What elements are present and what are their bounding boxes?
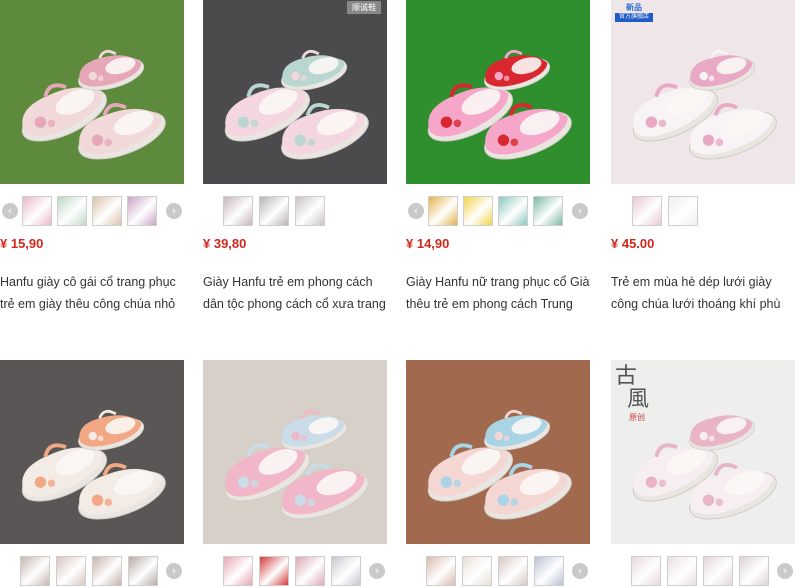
product-photo xyxy=(406,0,590,184)
product-card[interactable] xyxy=(203,360,387,544)
product-title-line: Giày Hanfu nữ trang phục cổ Giày xyxy=(406,275,590,289)
product-title-line: dân tộc phong cách cổ xưa trang xyxy=(203,297,386,311)
thumbnail-strip: › xyxy=(0,556,184,588)
thumbnail-strip xyxy=(611,196,795,228)
thumbnail-strip: › xyxy=(406,556,590,588)
thumbnail[interactable] xyxy=(534,556,564,586)
product-title[interactable]: Hanfu giày cô gái cổ trang phục trẻ em g… xyxy=(0,271,184,315)
product-title-line: thêu trẻ em phong cách Trung xyxy=(406,297,573,311)
thumbnail[interactable] xyxy=(632,196,662,226)
product-card[interactable] xyxy=(0,0,184,184)
thumbnail-strip: › xyxy=(611,556,795,588)
thumbnail-strip: ‹ › xyxy=(0,196,184,228)
thumbnail[interactable] xyxy=(92,556,122,586)
chevron-right-icon[interactable]: › xyxy=(777,563,793,579)
product-title-line: Trẻ em mùa hè dép lưới giày xyxy=(611,275,772,289)
overlay-badge: 顺诚鞋 xyxy=(347,1,381,14)
product-price: ¥ 15,90 xyxy=(0,236,44,251)
thumbnail[interactable] xyxy=(498,196,528,226)
thumbnail[interactable] xyxy=(127,196,157,226)
chevron-right-icon[interactable]: › xyxy=(369,563,385,579)
thumbnail[interactable] xyxy=(498,556,528,586)
thumbnail[interactable] xyxy=(739,556,769,586)
thumbnail[interactable] xyxy=(533,196,563,226)
chevron-right-icon[interactable]: › xyxy=(572,563,588,579)
thumbnail[interactable] xyxy=(295,556,325,586)
thumbnail[interactable] xyxy=(667,556,697,586)
thumbnail[interactable] xyxy=(259,556,289,586)
product-price: ¥ 14,90 xyxy=(406,236,450,251)
product-card[interactable]: 古 風 原创 xyxy=(611,360,795,544)
brand-char: 原创 xyxy=(629,413,645,422)
chevron-right-icon[interactable]: › xyxy=(166,203,182,219)
chevron-left-icon[interactable]: ‹ xyxy=(2,203,18,219)
badge-top: 新品 xyxy=(626,3,642,12)
product-title[interactable]: Giày Hanfu trẻ em phong cách dân tộc pho… xyxy=(203,271,387,315)
thumbnail[interactable] xyxy=(223,556,253,586)
product-photo xyxy=(0,0,184,184)
product-title[interactable]: Trẻ em mùa hè dép lưới giày công chúa lư… xyxy=(611,271,795,315)
product-photo xyxy=(203,0,387,184)
chevron-left-icon[interactable]: ‹ xyxy=(408,203,424,219)
chevron-right-icon[interactable]: › xyxy=(166,563,182,579)
product-card[interactable] xyxy=(406,0,590,184)
thumbnail-strip xyxy=(203,196,387,228)
thumbnail[interactable] xyxy=(295,196,325,226)
product-title-line: Hanfu giày cô gái cổ trang phục xyxy=(0,275,176,289)
thumbnail[interactable] xyxy=(668,196,698,226)
product-price: ¥ 39,80 xyxy=(203,236,247,251)
product-title-line: Giày Hanfu trẻ em phong cách xyxy=(203,275,373,289)
product-image[interactable]: 新品 官方旗舰店 xyxy=(611,0,795,184)
thumbnail-strip: › xyxy=(203,556,387,588)
product-title-line: trẻ em giày thêu công chúa nhỏ xyxy=(0,297,176,311)
product-card[interactable] xyxy=(0,360,184,544)
product-photo xyxy=(0,360,184,544)
product-card[interactable] xyxy=(406,360,590,544)
thumbnail[interactable] xyxy=(462,556,492,586)
product-image[interactable] xyxy=(406,360,590,544)
product-image[interactable] xyxy=(0,360,184,544)
thumbnail[interactable] xyxy=(331,556,361,586)
thumbnail[interactable] xyxy=(428,196,458,226)
product-title-line: công chúa lưới thoáng khí phù xyxy=(611,297,781,311)
product-card[interactable]: 顺诚鞋 xyxy=(203,0,387,184)
brand-mark: 古 風 原创 xyxy=(615,366,655,423)
thumbnail[interactable] xyxy=(22,196,52,226)
product-image[interactable] xyxy=(0,0,184,184)
badge-bottom: 官方旗舰店 xyxy=(615,13,653,22)
thumbnail[interactable] xyxy=(128,556,158,586)
product-card[interactable]: 新品 官方旗舰店 xyxy=(611,0,795,184)
thumbnail[interactable] xyxy=(426,556,456,586)
thumbnail-strip: ‹ › xyxy=(406,196,590,228)
product-photo xyxy=(203,360,387,544)
product-image[interactable]: 古 風 原创 xyxy=(611,360,795,544)
thumbnail[interactable] xyxy=(463,196,493,226)
product-image[interactable] xyxy=(203,360,387,544)
product-image[interactable] xyxy=(406,0,590,184)
thumbnail[interactable] xyxy=(259,196,289,226)
thumbnail[interactable] xyxy=(56,556,86,586)
product-image[interactable]: 顺诚鞋 xyxy=(203,0,387,184)
product-photo xyxy=(406,360,590,544)
product-price: ¥ 45.00 xyxy=(611,236,655,251)
thumbnail[interactable] xyxy=(57,196,87,226)
thumbnail[interactable] xyxy=(631,556,661,586)
thumbnail[interactable] xyxy=(20,556,50,586)
thumbnail[interactable] xyxy=(703,556,733,586)
brand-char: 古 xyxy=(615,364,638,389)
brand-char: 風 xyxy=(627,387,650,412)
chevron-right-icon[interactable]: › xyxy=(572,203,588,219)
product-title[interactable]: Giày Hanfu nữ trang phục cổ Giày thêu tr… xyxy=(406,271,590,315)
thumbnail[interactable] xyxy=(223,196,253,226)
thumbnail[interactable] xyxy=(92,196,122,226)
store-badge: 新品 官方旗舰店 xyxy=(615,2,653,32)
